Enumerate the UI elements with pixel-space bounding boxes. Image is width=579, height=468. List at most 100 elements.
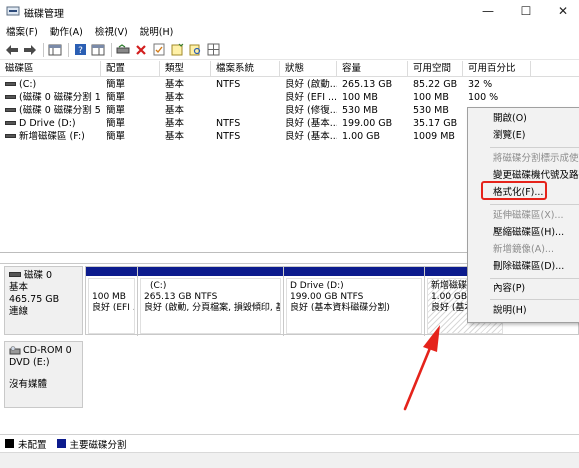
filesystem-cell xyxy=(211,105,280,118)
type-cell: 基本 xyxy=(165,92,185,103)
back-arrow-icon[interactable] xyxy=(4,42,20,58)
menu-separator xyxy=(490,278,579,279)
menu-item-shrink-volume[interactable]: 壓縮磁碟區(H)... xyxy=(468,224,579,241)
status-cell: 良好 (EFI ... xyxy=(285,92,337,103)
free-space-cell: 1009 MB xyxy=(413,131,455,142)
new-volume-icon[interactable] xyxy=(169,42,185,58)
column-header-filesystem[interactable]: 檔案系統 xyxy=(211,61,280,77)
column-header-capacity[interactable]: 容量 xyxy=(337,61,408,77)
partition-status: 良好 (基本資料磁碟分割) xyxy=(290,303,390,313)
toolbar: ? xyxy=(0,40,579,60)
disk-icon xyxy=(9,272,21,277)
menu-item-help[interactable]: 說明(H) xyxy=(468,302,579,319)
free-space-cell: 85.22 GB xyxy=(413,79,458,90)
svg-text:?: ? xyxy=(78,46,83,56)
menu-item-extend-volume[interactable]: 延伸磁碟區(X)... xyxy=(468,207,579,224)
column-header-free-space[interactable]: 可用空間 xyxy=(408,61,463,77)
settings-grid-icon[interactable] xyxy=(205,42,221,58)
menu-separator xyxy=(490,147,579,148)
partition-size: 100 MB xyxy=(92,292,126,302)
table-row[interactable]: (C:) 簡單 基本 NTFS 良好 (啟動... 265.13 GB 85.2… xyxy=(0,79,579,92)
free-space-cell: 35.17 GB xyxy=(413,118,458,129)
volume-list-header: 磁碟區 配置 類型 檔案系統 狀態 容量 可用空間 可用百分比 xyxy=(0,61,579,77)
menu-item-properties[interactable]: 內容(P) xyxy=(468,280,579,297)
column-header-volume[interactable]: 磁碟區 xyxy=(0,61,101,77)
volume-name: (磁碟 0 磁碟分割 5) xyxy=(19,105,101,116)
status-cell: 良好 (基本... xyxy=(285,131,337,142)
menu-separator xyxy=(490,299,579,300)
layout-cell: 簡單 xyxy=(106,79,126,90)
menu-action[interactable]: 動作(A) xyxy=(48,23,85,39)
capacity-cell: 530 MB xyxy=(342,105,378,116)
column-header-status[interactable]: 狀態 xyxy=(280,61,337,77)
free-percent-cell: 32 % xyxy=(468,79,493,90)
volume-name: (C:) xyxy=(19,79,37,90)
properties-pane-icon[interactable] xyxy=(90,42,106,58)
volume-name: D Drive (D:) xyxy=(19,118,76,129)
partition-bar xyxy=(138,267,283,276)
volume-icon xyxy=(5,107,16,112)
context-menu: 開啟(O) 瀏覽(E) 將磁碟分割標示成使用中 變更磁碟機代號及路徑 格式化(F… xyxy=(467,107,579,323)
volume-name: 新增磁碟區 (F:) xyxy=(19,131,85,142)
delete-x-icon[interactable] xyxy=(133,42,149,58)
partition-c[interactable]: (C:) 265.13 GB NTFS 良好 (啟動, 分頁檔案, 損毀傾印, … xyxy=(138,267,284,336)
disk-type: 基本 xyxy=(9,282,29,293)
layout-cell: 簡單 xyxy=(106,92,126,103)
cdrom-name: CD-ROM 0 xyxy=(23,345,72,356)
forward-arrow-icon[interactable] xyxy=(22,42,38,58)
table-row[interactable]: (磁碟 0 磁碟分割 1) 簡單 基本 良好 (EFI ... 100 MB 1… xyxy=(0,92,579,105)
cdrom-0-label[interactable]: CD-ROM 0 DVD (E:) 沒有媒體 xyxy=(4,341,83,408)
layout-cell: 簡單 xyxy=(106,131,126,142)
disk-0-label[interactable]: 磁碟 0 基本 465.75 GB 連線 xyxy=(4,266,83,335)
partition-title: D Drive (D:) xyxy=(290,281,344,291)
console-tree-icon[interactable] xyxy=(47,42,63,58)
disk-state: 連線 xyxy=(9,306,29,317)
type-cell: 基本 xyxy=(165,105,185,116)
toolbar-separator xyxy=(68,42,69,57)
menu-separator xyxy=(490,204,579,205)
free-percent-cell: 100 % xyxy=(468,92,499,103)
capacity-cell: 100 MB xyxy=(342,92,378,103)
volume-name: (磁碟 0 磁碟分割 1) xyxy=(19,92,101,103)
minimize-button[interactable]: — xyxy=(476,2,500,20)
close-button[interactable]: ✕ xyxy=(551,2,575,20)
format-highlight-box xyxy=(481,181,547,200)
maximize-button[interactable]: ☐ xyxy=(514,2,538,20)
menu-item-open[interactable]: 開啟(O) xyxy=(468,110,579,127)
filesystem-cell: NTFS xyxy=(216,118,241,129)
menu-file[interactable]: 檔案(F) xyxy=(4,23,40,39)
filesystem-cell xyxy=(211,92,280,105)
menu-item-explore[interactable]: 瀏覽(E) xyxy=(468,127,579,144)
partition-size: 265.13 GB NTFS xyxy=(144,292,218,302)
volume-icon xyxy=(5,94,16,99)
column-header-type[interactable]: 類型 xyxy=(160,61,211,77)
legend-unallocated: 未配置 xyxy=(18,439,47,451)
status-cell: 良好 (修復... xyxy=(285,105,337,116)
legend-swatch-unallocated xyxy=(5,439,14,448)
partition-efi[interactable]: 100 MB 良好 (EFI ... xyxy=(86,267,138,336)
type-cell: 基本 xyxy=(165,118,185,129)
partition-bar xyxy=(284,267,424,276)
cdrom-0-area[interactable] xyxy=(85,341,579,408)
connect-disk-icon[interactable] xyxy=(115,42,131,58)
search-volume-icon[interactable] xyxy=(187,42,203,58)
capacity-cell: 1.00 GB xyxy=(342,131,381,142)
legend-swatch-primary xyxy=(56,439,66,448)
status-cell: 良好 (基本... xyxy=(285,118,337,129)
menu-help[interactable]: 說明(H) xyxy=(138,23,176,39)
column-header-free-percent[interactable]: 可用百分比 xyxy=(463,61,531,77)
volume-icon xyxy=(5,81,16,86)
status-cell: 良好 (啟動... xyxy=(285,79,337,90)
menu-view[interactable]: 檢視(V) xyxy=(93,23,130,39)
partition-title: (C:) xyxy=(150,281,167,291)
column-header-layout[interactable]: 配置 xyxy=(101,61,160,77)
disk-name: 磁碟 0 xyxy=(24,270,53,281)
check-document-icon[interactable] xyxy=(151,42,167,58)
menu-item-mark-active[interactable]: 將磁碟分割標示成使用中 xyxy=(468,150,579,167)
menu-item-delete-volume[interactable]: 刪除磁碟區(D)... xyxy=(468,258,579,275)
menu-item-add-mirror[interactable]: 新增鏡像(A)... xyxy=(468,241,579,258)
help-icon[interactable]: ? xyxy=(72,42,88,58)
partition-d[interactable]: D Drive (D:) 199.00 GB NTFS 良好 (基本資料磁碟分割… xyxy=(284,267,425,336)
free-space-cell: 530 MB xyxy=(413,105,449,116)
cdrom-drive-icon xyxy=(9,345,21,354)
